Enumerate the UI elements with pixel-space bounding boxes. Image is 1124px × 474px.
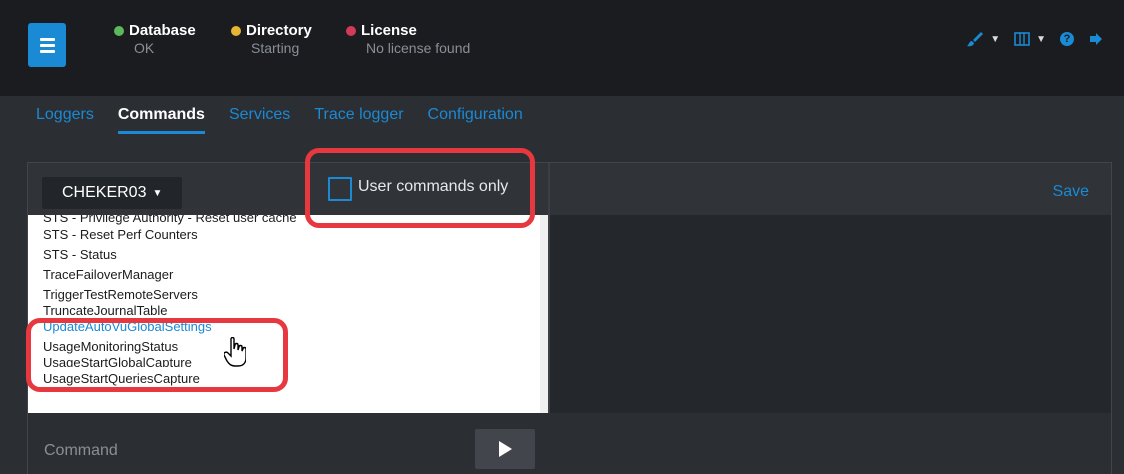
list-item[interactable]: TriggerTestRemoteServers	[28, 285, 548, 305]
status-dot-icon	[114, 26, 124, 36]
list-item[interactable]: UsageMonitoringStatus	[28, 337, 548, 357]
list-item-selected[interactable]: UpdateAutoVuGlobalSettings	[28, 317, 548, 337]
status-label: Database	[129, 22, 196, 39]
panel-header	[28, 163, 1111, 215]
status-directory: Directory Starting	[231, 22, 312, 56]
list-scrollbar[interactable]	[540, 215, 548, 413]
status-label: Directory	[246, 22, 312, 39]
theme-dropdown[interactable]: ▼	[966, 30, 1000, 48]
logout-icon	[1090, 33, 1102, 45]
tab-commands[interactable]: Commands	[106, 106, 217, 134]
chevron-down-icon: ▼	[152, 187, 163, 199]
run-command-button[interactable]	[475, 429, 535, 469]
hamburger-menu-button[interactable]	[28, 23, 66, 67]
list-item[interactable]: UsageStartGlobalCapture	[28, 357, 548, 367]
status-dot-icon	[346, 26, 356, 36]
list-item[interactable]: STS - Privilege Authority - Reset user c…	[28, 215, 548, 225]
tab-configuration[interactable]: Configuration	[416, 106, 535, 130]
user-commands-only-checkbox[interactable]	[328, 177, 352, 201]
status-value: Starting	[251, 40, 300, 56]
brush-icon	[967, 32, 984, 47]
help-icon: ?	[1060, 32, 1074, 46]
play-icon	[498, 441, 512, 457]
tab-services[interactable]: Services	[217, 106, 302, 130]
tab-trace-logger[interactable]: Trace logger	[302, 106, 415, 130]
chevron-down-icon: ▼	[1036, 33, 1046, 45]
save-button[interactable]: Save	[1053, 183, 1089, 201]
list-item[interactable]: STS - Reset Perf Counters	[28, 225, 548, 245]
status-value: No license found	[366, 40, 471, 56]
hand-cursor-icon	[224, 337, 246, 367]
server-selector[interactable]: CHEKER03 ▼	[42, 177, 183, 209]
status-database: Database OK	[114, 22, 196, 56]
top-bar: Database OK Directory Starting License N…	[0, 0, 1124, 96]
logout-button[interactable]	[1088, 31, 1104, 47]
map-icon	[1014, 32, 1030, 46]
status-dot-icon	[231, 26, 241, 36]
chevron-down-icon: ▼	[990, 33, 1001, 45]
status-label: License	[361, 22, 417, 39]
status-license: License No license found	[346, 22, 470, 56]
map-dropdown[interactable]: ▼	[1014, 31, 1046, 47]
list-item[interactable]: UsageStartQueriesCapture	[28, 369, 548, 389]
help-button[interactable]: ?	[1060, 32, 1074, 46]
server-name: CHEKER03	[62, 184, 147, 201]
top-icons: ▼ ▼ ?	[966, 30, 1104, 48]
commands-panel: CHEKER03 ▼ User commands only Save STS -…	[27, 162, 1112, 474]
list-item[interactable]: TruncateJournalTable	[28, 305, 548, 315]
list-item[interactable]: TraceFailoverManager	[28, 265, 548, 285]
status-value: OK	[134, 40, 155, 56]
tab-bar: Loggers Commands Services Trace logger C…	[36, 106, 535, 134]
command-list[interactable]: STS - Privilege Authority - Reset user c…	[28, 215, 548, 413]
list-item[interactable]: STS - Status	[28, 245, 548, 265]
user-commands-only-label: User commands only	[358, 178, 509, 195]
tab-loggers[interactable]: Loggers	[36, 106, 106, 130]
command-input[interactable]	[42, 435, 476, 467]
command-output	[550, 215, 1111, 413]
